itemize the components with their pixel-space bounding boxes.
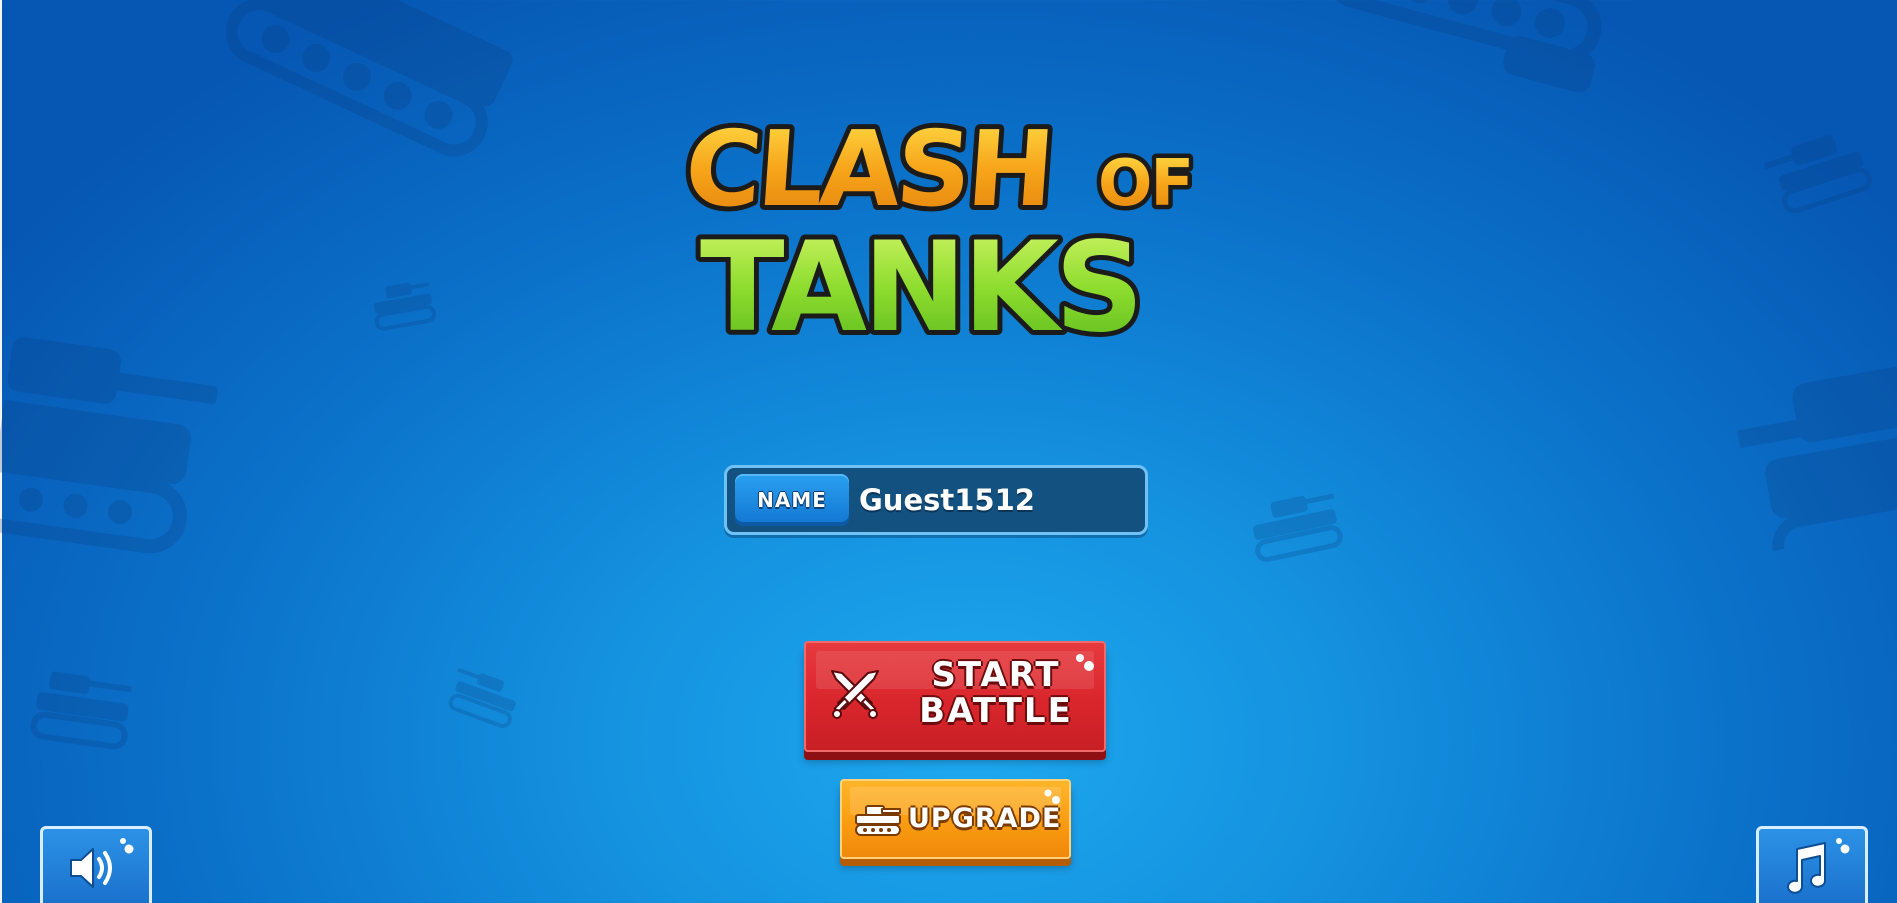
tank-icon [854,803,902,841]
background-tank-icon [0,316,234,564]
game-logo: CLASH OF TANKS [676,103,1240,365]
upgrade-button[interactable]: UPGRADE [840,779,1071,859]
background-tank-icon [443,659,530,736]
background-tank-icon [1297,0,1623,136]
logo-line2: TANKS [700,216,1140,360]
player-name-field[interactable]: NAME Guest1512 [724,465,1148,535]
background-tank-icon [1758,117,1878,224]
name-label: NAME [735,474,849,526]
start-label-line2: BATTLE [919,691,1073,731]
speaker-icon [70,838,134,888]
background-tank-icon [27,661,142,759]
page-edge [0,0,2,903]
start-label-line1: START [931,655,1061,695]
music-note-icon [1787,838,1850,894]
player-name-value[interactable]: Guest1512 [859,468,1035,532]
button-gloss-dots [1072,651,1098,679]
crossed-swords-icon [828,667,882,725]
background-tank-icon [366,273,440,336]
sound-toggle-button[interactable] [40,826,152,903]
start-battle-label: START BATTLE [906,657,1086,729]
background-tank-icon [1727,347,1897,554]
background-tank-icon [207,0,542,181]
upgrade-label: UPGRADE [908,803,1062,834]
logo-line1: CLASH [681,108,1054,230]
logo-line1-small: OF [1098,147,1192,221]
music-toggle-button[interactable] [1756,826,1868,903]
button-gloss-dots [1042,787,1064,811]
background-tank-icon [1239,480,1351,569]
start-battle-button[interactable]: START BATTLE [804,641,1106,752]
